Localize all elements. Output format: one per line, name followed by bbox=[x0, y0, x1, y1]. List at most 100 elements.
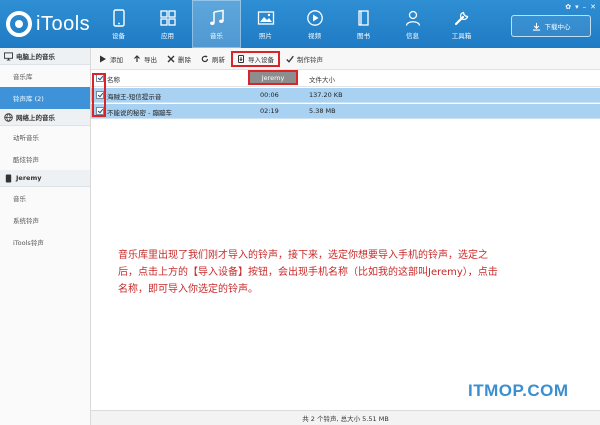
photo-icon bbox=[257, 10, 274, 25]
apps-grid-icon bbox=[159, 9, 176, 26]
sidebar: 电脑上的音乐 音乐库 铃声库 (2) 网络上的音乐 动听音乐 酷炫铃声 Jere… bbox=[0, 48, 91, 425]
row-name: 海贼王-短信提示音 bbox=[107, 93, 162, 101]
row-name: 不能说的秘密 - 蹦蹦车 bbox=[107, 109, 172, 117]
main-nav: 设备 应用 音乐 照片 视频 图书 信息 工具箱 bbox=[94, 0, 486, 48]
nav-books[interactable]: 图书 bbox=[339, 0, 388, 48]
annotation-line: 音乐库里出现了我们刚才导入的铃声，接下来，选定你想要导入手机的铃声，选定之 bbox=[118, 250, 488, 261]
make-ringtone-label: 制作铃声 bbox=[297, 55, 323, 64]
sidebar-item-label: 音乐 bbox=[13, 195, 26, 203]
nav-music-label: 音乐 bbox=[210, 31, 223, 40]
delete-button[interactable]: 删除 bbox=[163, 51, 195, 67]
sidebar-section-title: Jeremy bbox=[16, 174, 42, 182]
nav-books-label: 图书 bbox=[357, 31, 370, 40]
nav-photos-label: 照片 bbox=[259, 31, 272, 40]
settings-gear-icon[interactable]: ✿ bbox=[565, 3, 571, 11]
nav-video-label: 视频 bbox=[308, 31, 321, 40]
row-duration: 02:19 bbox=[260, 107, 279, 115]
column-name[interactable]: 名称 bbox=[107, 74, 120, 84]
minimize-icon[interactable]: – bbox=[583, 3, 587, 11]
sidebar-item-nice-music[interactable]: 动听音乐 bbox=[0, 126, 90, 148]
checkbox-highlight-box bbox=[92, 73, 106, 117]
annotation-line: 名称，即可导入你选定的铃声。 bbox=[118, 284, 258, 295]
toolbar: 添加 导出 删除 刷新 导入设备 制作铃声 bbox=[91, 48, 600, 70]
make-ringtone-button[interactable]: 制作铃声 bbox=[282, 51, 327, 67]
monitor-icon bbox=[4, 51, 13, 61]
device-popup-jeremy[interactable]: Jeremy bbox=[248, 70, 298, 85]
sidebar-item-label: 动听音乐 bbox=[13, 134, 39, 142]
export-button-label: 导出 bbox=[144, 55, 157, 64]
device-icon bbox=[5, 173, 12, 183]
sidebar-item-label: 铃声库 (2) bbox=[13, 95, 44, 103]
site-watermark: ITMOP.COM bbox=[468, 381, 569, 400]
add-button-label: 添加 bbox=[110, 55, 123, 64]
column-size[interactable]: 文件大小 bbox=[309, 74, 335, 84]
sidebar-section-title: 网络上的音乐 bbox=[16, 114, 55, 122]
app-logo-text: iTools bbox=[36, 12, 91, 35]
sidebar-item-label: 音乐库 bbox=[13, 73, 33, 81]
nav-video[interactable]: 视频 bbox=[290, 0, 339, 48]
status-text: 共 2 个铃声, 总大小 5.51 MB bbox=[302, 415, 389, 423]
nav-apps[interactable]: 应用 bbox=[143, 0, 192, 48]
close-icon[interactable]: ✕ bbox=[590, 3, 596, 11]
nav-device[interactable]: 设备 bbox=[94, 0, 143, 48]
table-header: 名称 文件大小 bbox=[91, 70, 600, 87]
user-icon bbox=[405, 10, 420, 26]
tutorial-annotation: 音乐库里出现了我们刚才导入的铃声，接下来，选定你想要导入手机的铃声，选定之 后，… bbox=[118, 247, 598, 298]
window-controls: ✿ ▾ – ✕ bbox=[565, 3, 596, 11]
row-size: 5.38 MB bbox=[309, 107, 336, 115]
sidebar-section-device: Jeremy bbox=[0, 170, 90, 187]
sidebar-item-ringtone-library[interactable]: 铃声库 (2) bbox=[0, 87, 90, 109]
sidebar-item-cool-ringtones[interactable]: 酷炫铃声 bbox=[0, 148, 90, 170]
row-size: 137.20 KB bbox=[309, 91, 343, 99]
import-device-icon bbox=[238, 54, 244, 63]
delete-x-icon bbox=[167, 55, 175, 62]
menu-icon[interactable]: ▾ bbox=[575, 3, 579, 11]
globe-icon bbox=[4, 112, 13, 122]
sidebar-section-title: 电脑上的音乐 bbox=[16, 53, 55, 61]
table-row[interactable]: 海贼王-短信提示音 00:06 137.20 KB bbox=[91, 88, 600, 103]
sidebar-item-music-library[interactable]: 音乐库 bbox=[0, 65, 90, 87]
sidebar-section-online-music: 网络上的音乐 bbox=[0, 109, 90, 126]
row-duration: 00:06 bbox=[260, 91, 279, 99]
add-button[interactable]: 添加 bbox=[95, 51, 127, 67]
export-button[interactable]: 导出 bbox=[129, 51, 161, 67]
check-wand-icon bbox=[286, 55, 294, 63]
download-center-button[interactable]: 下载中心 bbox=[511, 15, 591, 37]
refresh-icon bbox=[201, 54, 209, 62]
nav-device-label: 设备 bbox=[112, 31, 125, 40]
table-row[interactable]: 不能说的秘密 - 蹦蹦车 02:19 5.38 MB bbox=[91, 104, 600, 119]
refresh-button-label: 刷新 bbox=[212, 55, 225, 64]
itools-logo-icon bbox=[6, 11, 32, 37]
music-note-icon bbox=[209, 9, 224, 25]
import-to-device-button[interactable]: 导入设备 bbox=[231, 50, 280, 67]
nav-toolbox[interactable]: 工具箱 bbox=[437, 0, 486, 48]
add-arrow-icon bbox=[100, 55, 106, 62]
status-bar: 共 2 个铃声, 总大小 5.51 MB bbox=[91, 410, 600, 425]
nav-info[interactable]: 信息 bbox=[388, 0, 437, 48]
sidebar-item-itools-ringtones[interactable]: iTools铃声 bbox=[0, 231, 90, 253]
book-icon bbox=[357, 9, 369, 26]
sidebar-item-label: 酷炫铃声 bbox=[13, 156, 39, 164]
video-play-icon bbox=[306, 9, 323, 26]
nav-music[interactable]: 音乐 bbox=[192, 0, 241, 48]
import-to-device-label: 导入设备 bbox=[248, 55, 274, 64]
sidebar-item-label: 系统铃声 bbox=[13, 217, 39, 225]
refresh-button[interactable]: 刷新 bbox=[197, 51, 229, 67]
download-icon bbox=[532, 22, 540, 31]
nav-toolbox-label: 工具箱 bbox=[451, 31, 472, 40]
nav-info-label: 信息 bbox=[406, 31, 419, 40]
top-header: iTools 设备 应用 音乐 照片 视频 图书 信息 工具箱 ✿ ▾ – ✕ … bbox=[0, 0, 600, 48]
app-logo: iTools bbox=[6, 8, 90, 40]
sidebar-item-system-ringtones[interactable]: 系统铃声 bbox=[0, 209, 90, 231]
delete-button-label: 删除 bbox=[178, 55, 191, 64]
export-icon bbox=[134, 54, 140, 62]
nav-apps-label: 应用 bbox=[161, 31, 174, 40]
annotation-line: 后，点击上方的【导入设备】按钮，会出现手机名称（比如我的这部叫Jeremy），点… bbox=[118, 267, 498, 278]
sidebar-item-device-music[interactable]: 音乐 bbox=[0, 187, 90, 209]
sidebar-section-pc-music: 电脑上的音乐 bbox=[0, 48, 90, 65]
nav-photos[interactable]: 照片 bbox=[241, 0, 290, 48]
download-center-label: 下载中心 bbox=[544, 23, 571, 31]
wrench-icon bbox=[454, 11, 468, 25]
sidebar-item-label: iTools铃声 bbox=[13, 239, 44, 247]
phone-icon bbox=[112, 8, 125, 27]
